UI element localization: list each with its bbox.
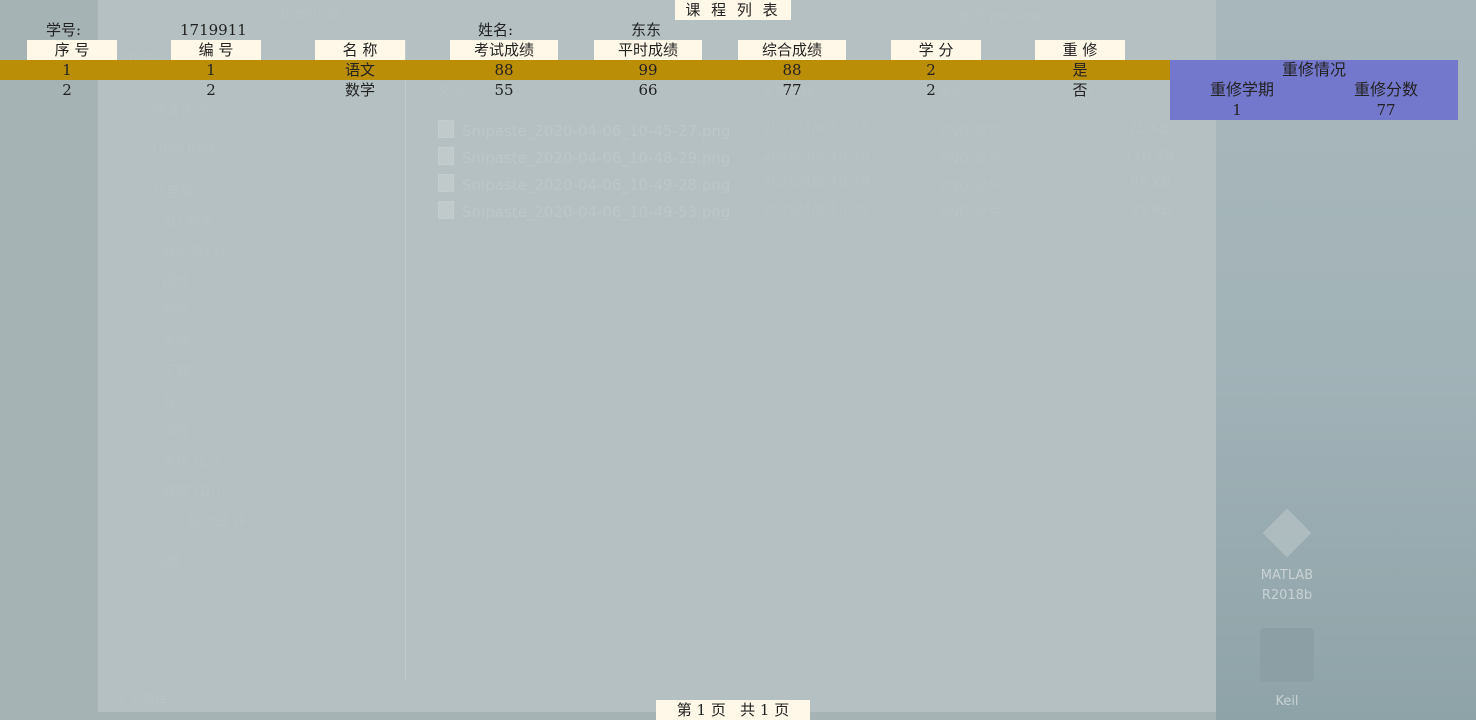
background-pane-divider — [405, 40, 406, 680]
background-explorer-window — [98, 0, 1216, 712]
column-header-credit: 学 分 — [891, 40, 981, 60]
cell-exam-score: 88 — [494, 61, 514, 79]
background-sidebar-item: 3D 对象 — [162, 214, 215, 230]
background-matlab-version: R2018b — [1261, 588, 1313, 603]
cell-total-score: 77 — [782, 81, 802, 99]
background-sidebar-item: 快速访问 — [152, 104, 208, 120]
report-title: 课 程 列 表 — [675, 0, 791, 20]
retake-detail-panel: 重修情况 重修学期 重修分数 1 77 — [1170, 60, 1458, 120]
background-keil-label: Keil — [1275, 694, 1299, 709]
student-id-value: 1719911 — [180, 21, 247, 39]
image-file-icon — [438, 147, 454, 165]
background-sidebar-item: 图片 — [162, 304, 190, 320]
background-file-type: PNG 文件 — [940, 124, 1003, 140]
retake-panel-title: 重修情况 — [1281, 60, 1346, 79]
retake-score-value: 77 — [1376, 101, 1396, 119]
cell-retake: 否 — [1072, 81, 1088, 99]
background-sidebar-item: 视频 — [162, 274, 190, 290]
column-header-exam-score: 考试成绩 — [450, 40, 558, 60]
background-file-type: PNG 文件 — [940, 151, 1003, 167]
background-file-size: 75 KB — [1128, 121, 1170, 137]
image-file-icon — [438, 201, 454, 219]
cell-credit: 2 — [926, 81, 936, 99]
retake-term-label: 重修学期 — [1209, 80, 1274, 99]
background-file-date: 2020/4/6 10:49 — [762, 175, 870, 191]
column-header-code: 编 号 — [171, 40, 261, 60]
background-sidebar-item: 桌面 — [162, 424, 190, 440]
background-sidebar-item: 文档 — [162, 334, 190, 350]
keil-icon — [1260, 628, 1314, 682]
background-file-size: 110 KB — [1124, 148, 1174, 164]
cell-code: 2 — [206, 81, 216, 99]
column-header-course-name: 名 称 — [315, 40, 405, 60]
background-matlab-label: MATLAB — [1260, 568, 1314, 583]
cell-course-name: 数学 — [344, 81, 375, 99]
background-file-date: 2020/4/6 10:49 — [762, 202, 870, 218]
image-file-icon — [438, 174, 454, 192]
background-file-row: Snipaste_2020-04-06_10-49-28.png — [438, 174, 730, 194]
background-sidebar-item: 此电脑 — [152, 184, 194, 200]
background-file-row: Snipaste_2020-04-06_10-48-29.png — [438, 147, 730, 167]
background-sidebar-item: 系统 (C:) — [162, 454, 220, 470]
background-file-type: PNG 文件 — [940, 178, 1003, 194]
background-file-row: Snipaste_2020-04-06_10-49-53.png — [438, 201, 730, 221]
column-header-regular-score: 平时成绩 — [594, 40, 702, 60]
cell-regular-score: 66 — [638, 81, 658, 99]
background-sidebar-item: CD 驱动器 (F:) — [162, 514, 257, 530]
background-file-row: Snipaste_2020-04-06_10-45-27.png — [438, 120, 730, 140]
background-sidebar-item: 下载 — [162, 364, 190, 380]
student-name-value: 东东 — [631, 21, 662, 39]
background-file-type: PNG 文件 — [940, 205, 1003, 221]
background-path: preview — [280, 4, 340, 22]
cell-index: 1 — [62, 61, 72, 79]
column-header-index: 序 号 — [27, 40, 117, 60]
background-sidebar-item: 服务器FTP — [162, 244, 229, 260]
retake-term-value: 1 — [1232, 101, 1242, 119]
cell-exam-score: 55 — [494, 81, 514, 99]
cell-total-score: 88 — [782, 61, 802, 79]
background-status: 4 个项目 — [116, 692, 168, 707]
background-sidebar-item: 音乐 — [162, 394, 190, 410]
page-indicator: 第 1 页 共 1 页 — [656, 700, 810, 720]
cell-index: 2 — [62, 81, 72, 99]
column-header-retake: 重 修 — [1035, 40, 1125, 60]
column-header-total-score: 综合成绩 — [738, 40, 846, 60]
retake-score-label: 重修分数 — [1353, 80, 1418, 99]
background-sidebar-item: 软件 (D:) — [162, 484, 221, 500]
background-file-date: 2020/4/6 10:45 — [762, 121, 870, 137]
cell-credit: 2 — [926, 61, 936, 79]
background-sidebar-item: 网络 — [152, 554, 180, 570]
cell-code: 1 — [206, 61, 216, 79]
image-file-icon — [438, 120, 454, 138]
background-sidebar-item: OneDrive — [152, 141, 218, 157]
student-name-label: 姓名: — [478, 21, 514, 39]
cell-regular-score: 99 — [638, 61, 658, 79]
cell-course-name: 语文 — [344, 61, 375, 79]
background-file-date: 2020/4/6 10:48 — [762, 148, 870, 164]
student-id-label: 学号: — [46, 21, 82, 39]
background-search: 搜索"preview" — [958, 10, 1048, 25]
background-file-size: 99 KB — [1130, 202, 1172, 218]
cell-retake: 是 — [1072, 61, 1088, 79]
background-file-size: 95 KB — [1130, 175, 1172, 191]
